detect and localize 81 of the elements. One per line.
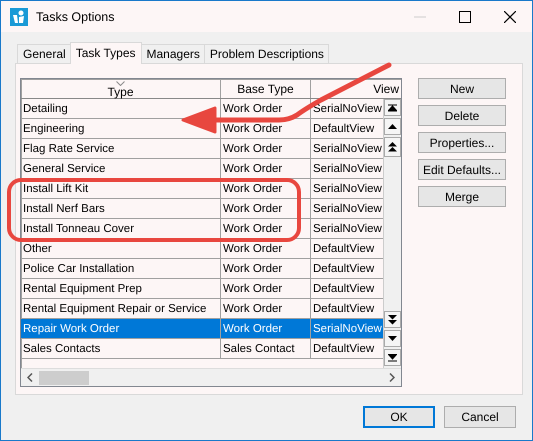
table-cell: Work Order — [221, 139, 311, 158]
action-button[interactable]: Delete — [418, 105, 506, 126]
table-cell: Work Order — [221, 159, 311, 178]
table-cell-text: DefaultView — [312, 262, 376, 276]
table-cell-text: SerialNoView — [312, 102, 383, 116]
scroll-down-icon — [388, 336, 397, 341]
action-button[interactable]: Merge — [418, 186, 506, 207]
dialog-button[interactable]: OK — [363, 406, 435, 428]
table-cell: Work Order — [221, 199, 311, 218]
table-cell-text: SerialNoView — [312, 202, 383, 216]
action-button[interactable]: Properties... — [418, 132, 506, 153]
table-cell: Work Order — [221, 99, 311, 118]
table-row[interactable]: Flag Rate Service Work Order SerialNoView — [21, 139, 383, 159]
table-row[interactable]: Rental Equipment Prep Work Order DefaultView — [21, 279, 383, 299]
horizontal-scrollbar[interactable] — [21, 368, 401, 386]
table-cell-text: SerialNoView — [312, 162, 383, 176]
table-cell: Install Tonneau Cover — [21, 219, 221, 238]
table-row[interactable]: Other Work Order DefaultView — [21, 239, 383, 259]
scroll-right-icon[interactable] — [389, 373, 395, 382]
scroll-up-button[interactable] — [384, 118, 401, 135]
scroll-bottom-icon — [388, 354, 397, 362]
table-cell-text: DefaultView — [312, 122, 376, 136]
table-row[interactable]: Install Nerf Bars Work Order SerialNoView — [21, 199, 383, 219]
table-cell: Work Order — [221, 279, 311, 298]
tab[interactable]: Problem Descriptions — [204, 44, 329, 63]
table-cell: Other — [21, 239, 221, 258]
page-up-icon — [388, 142, 397, 152]
table-cell-text: SerialNoView — [312, 142, 383, 156]
close-icon[interactable] — [504, 10, 516, 22]
table-cell: Work Order — [221, 259, 311, 278]
table-cell: Install Lift Kit — [21, 179, 221, 198]
table-cell: Repair Work Order — [21, 319, 221, 338]
page-down-button[interactable] — [384, 311, 401, 328]
table-cell: Work Order — [221, 179, 311, 198]
tab[interactable]: Task Types — [70, 42, 142, 64]
dialog-button[interactable]: Cancel — [444, 406, 516, 428]
table-cell: Work Order — [221, 219, 311, 238]
table-cell: General Service — [21, 159, 221, 178]
scroll-top-button[interactable] — [384, 99, 401, 116]
action-button[interactable]: New — [418, 78, 506, 99]
column-header[interactable]: Type — [21, 80, 221, 98]
table-cell: Rental Equipment Repair or Service — [21, 299, 221, 318]
page-down-icon — [388, 314, 397, 324]
table-cell: Install Nerf Bars — [21, 199, 221, 218]
table-cell-text: SerialNoView — [312, 222, 383, 236]
table-cell: Sales Contact — [221, 339, 311, 358]
table-row[interactable]: Sales Contacts Sales Contact DefaultView — [21, 339, 383, 359]
table-cell-text: DefaultView — [312, 282, 376, 296]
table-cell-text: DefaultView — [312, 242, 376, 256]
table-cell: Work Order — [221, 239, 311, 258]
column-header[interactable]: Base Type — [221, 80, 311, 98]
table-cell: Flag Rate Service — [21, 139, 221, 158]
table-row[interactable]: Police Car Installation Work Order DefaultView — [21, 259, 383, 279]
tab[interactable]: Managers — [140, 44, 205, 63]
table-cell: Work Order — [221, 319, 311, 338]
action-button[interactable]: Edit Defaults... — [418, 159, 506, 180]
window-title: Tasks Options — [36, 10, 115, 24]
scroll-top-icon — [388, 104, 397, 112]
sort-icon — [116, 80, 125, 86]
scroll-left-icon[interactable] — [27, 373, 33, 382]
scroll-bottom-button[interactable] — [384, 349, 401, 366]
app-icon — [10, 8, 28, 26]
table-cell-text: DefaultView — [312, 302, 376, 316]
tab[interactable]: General — [17, 44, 71, 63]
table-cell: Police Car Installation — [21, 259, 221, 278]
maximize-icon[interactable] — [459, 10, 471, 22]
scroll-down-button[interactable] — [384, 330, 401, 347]
scroll-thumb[interactable] — [39, 370, 89, 384]
page-up-button[interactable] — [384, 137, 401, 157]
table-cell-text: DefaultView — [312, 342, 376, 356]
table-cell: Rental Equipment Prep — [21, 279, 221, 298]
table-cell: Work Order — [221, 119, 311, 138]
table-cell-text: SerialNoView — [312, 182, 383, 196]
table-row[interactable]: Repair Work Order Work Order SerialNoView — [21, 319, 383, 339]
table-cell: Sales Contacts — [21, 339, 221, 358]
scroll-up-icon — [388, 124, 397, 129]
table-cell-text: SerialNoView — [312, 322, 383, 336]
column-header[interactable]: View — [311, 80, 401, 98]
column-title: Type — [107, 86, 134, 98]
table-cell: Work Order — [221, 299, 311, 318]
table-row[interactable]: Install Lift Kit Work Order SerialNoView — [21, 179, 383, 199]
